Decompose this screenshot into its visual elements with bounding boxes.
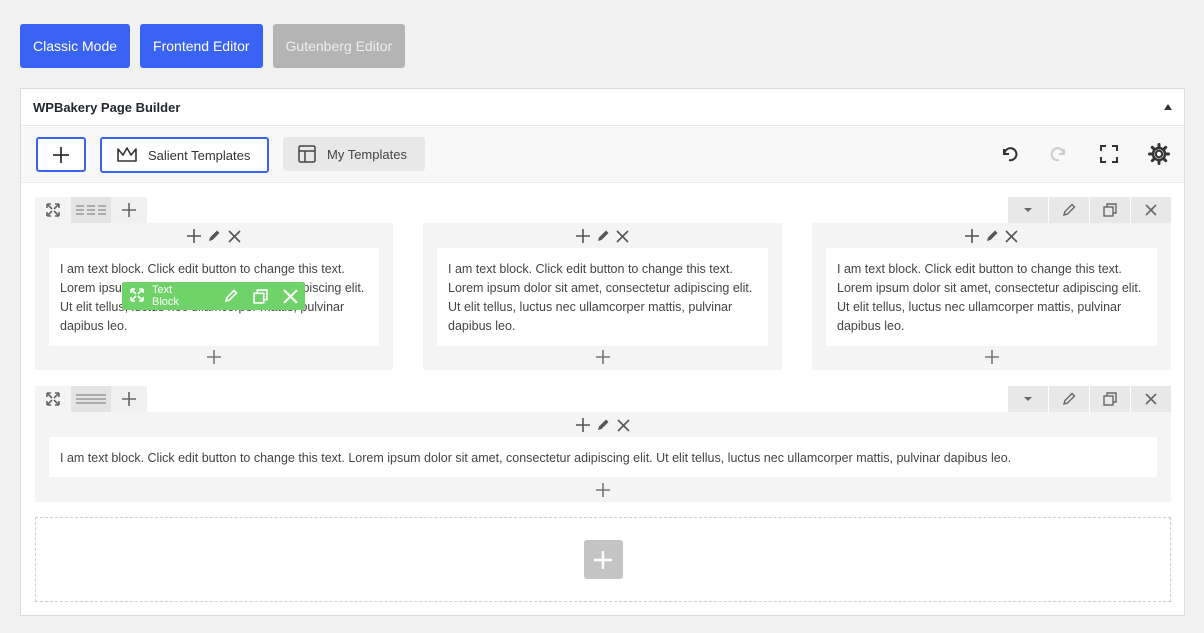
layout-icon: [298, 145, 316, 163]
salient-templates-button[interactable]: Salient Templates: [100, 137, 269, 173]
row-clone-icon[interactable]: [1090, 386, 1130, 412]
column-controls: [35, 416, 1171, 434]
add-row-area[interactable]: [35, 517, 1171, 602]
column-add-plus-icon[interactable]: [575, 228, 591, 244]
row-toggle-chevron-down-icon[interactable]: [1008, 197, 1048, 223]
classic-mode-button[interactable]: Classic Mode: [20, 24, 131, 68]
salient-templates-label: Salient Templates: [148, 147, 251, 163]
column-controls: [812, 227, 1171, 245]
column-add-plus-icon[interactable]: [186, 228, 202, 244]
column-add-plus-icon[interactable]: [964, 228, 980, 244]
row-single-column: I am text block. Click edit button to ch…: [35, 386, 1171, 502]
page-builder-panel: WPBakery Page Builder Salient Templates …: [20, 88, 1185, 616]
crown-icon: [117, 147, 137, 162]
row-controls-left: [35, 386, 147, 412]
element-edit-pencil-icon[interactable]: [216, 289, 246, 303]
column-3: I am text block. Click edit button to ch…: [812, 223, 1171, 370]
row-edit-pencil-icon[interactable]: [1049, 386, 1089, 412]
element-toolbar-label: Text Block: [152, 284, 179, 308]
plus-icon: [53, 146, 69, 163]
column-edit-pencil-icon[interactable]: [595, 417, 611, 433]
column-add-plus-icon[interactable]: [575, 417, 591, 433]
my-templates-label: My Templates: [327, 146, 407, 162]
column-add-element[interactable]: [35, 349, 393, 365]
column-add-element[interactable]: [423, 349, 782, 365]
row-layout-icon[interactable]: [71, 386, 111, 412]
row-move-icon[interactable]: [35, 386, 71, 412]
column-add-element[interactable]: [812, 349, 1171, 365]
row-add-column-icon[interactable]: [111, 197, 147, 223]
column-controls: [35, 227, 393, 245]
column-full: I am text block. Click edit button to ch…: [35, 412, 1171, 502]
text-block-element[interactable]: I am text block. Click edit button to ch…: [437, 248, 768, 346]
add-element-button[interactable]: [36, 137, 86, 172]
column-delete-close-icon[interactable]: [615, 228, 631, 244]
row-edit-pencil-icon[interactable]: [1049, 197, 1089, 223]
fullscreen-icon[interactable]: [1098, 143, 1120, 165]
plus-icon: [595, 350, 610, 364]
column-delete-close-icon[interactable]: [615, 417, 631, 433]
my-templates-button[interactable]: My Templates: [283, 137, 425, 171]
row-delete-close-icon[interactable]: [1131, 197, 1171, 223]
element-clone-icon[interactable]: [245, 288, 275, 304]
row-clone-icon[interactable]: [1090, 197, 1130, 223]
editor-mode-bar: Classic Mode Frontend Editor Gutenberg E…: [20, 24, 406, 68]
plus-icon: [596, 483, 610, 497]
column-delete-close-icon[interactable]: [1004, 228, 1020, 244]
column-edit-pencil-icon[interactable]: [206, 228, 222, 244]
panel-header[interactable]: WPBakery Page Builder: [21, 89, 1184, 126]
builder-toolbar: Salient Templates My Templates: [21, 127, 1184, 183]
plus-icon: [207, 350, 221, 364]
plus-icon: [984, 350, 999, 364]
row-add-column-icon[interactable]: [111, 386, 147, 412]
column-add-element[interactable]: [35, 482, 1171, 498]
row-toggle-chevron-down-icon[interactable]: [1008, 386, 1048, 412]
row-controls-right: [1008, 197, 1171, 223]
toolbar-actions: [998, 143, 1170, 165]
collapse-up-icon[interactable]: [1164, 104, 1172, 110]
column-edit-pencil-icon[interactable]: [984, 228, 1000, 244]
gutenberg-editor-button[interactable]: Gutenberg Editor: [272, 24, 406, 68]
column-2: I am text block. Click edit button to ch…: [423, 223, 782, 370]
row-layout-icon[interactable]: [71, 197, 111, 223]
row-controls-right: [1008, 386, 1171, 412]
column-controls: [423, 227, 782, 245]
plus-icon: [594, 550, 612, 569]
element-delete-close-icon[interactable]: [275, 288, 305, 304]
column-delete-close-icon[interactable]: [226, 228, 242, 244]
text-block-element[interactable]: I am text block. Click edit button to ch…: [826, 248, 1157, 346]
frontend-editor-button[interactable]: Frontend Editor: [140, 24, 263, 68]
undo-icon[interactable]: [998, 143, 1020, 165]
row-delete-close-icon[interactable]: [1131, 386, 1171, 412]
element-move-icon[interactable]: [130, 287, 144, 305]
row-controls-left: [35, 197, 147, 223]
column-edit-pencil-icon[interactable]: [595, 228, 611, 244]
row-move-icon[interactable]: [35, 197, 71, 223]
add-row-button[interactable]: [583, 540, 623, 579]
text-block-element[interactable]: I am text block. Click edit button to ch…: [49, 437, 1157, 477]
redo-icon[interactable]: [1048, 143, 1070, 165]
gear-icon[interactable]: [1148, 143, 1170, 165]
panel-title: WPBakery Page Builder: [33, 99, 181, 115]
element-toolbar: Text Block: [122, 282, 305, 310]
